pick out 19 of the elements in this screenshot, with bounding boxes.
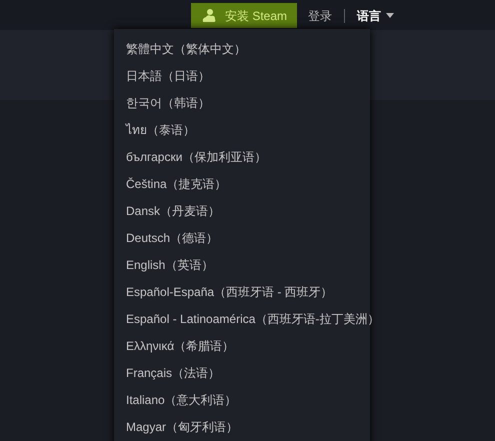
language-option[interactable]: 한국어（韩语） bbox=[126, 93, 210, 120]
install-button[interactable]: 安装 Steam bbox=[191, 3, 298, 28]
language-option[interactable]: 繁體中文（繁体中文） bbox=[126, 39, 246, 66]
language-option[interactable]: Español-España（西班牙语 - 西班牙） bbox=[126, 282, 333, 309]
language-option[interactable]: 日本語（日语） bbox=[126, 66, 210, 93]
language-option[interactable]: Deutsch（德语） bbox=[126, 228, 218, 255]
language-option[interactable]: Español - Latinoamérica（西班牙语-拉丁美洲） bbox=[126, 309, 380, 336]
language-option[interactable]: Français（法语） bbox=[126, 363, 220, 390]
login-link[interactable]: 登录 bbox=[308, 6, 332, 24]
caret-icon bbox=[386, 13, 394, 18]
language-option[interactable]: Italiano（意大利语） bbox=[126, 390, 237, 417]
language-option[interactable]: Čeština（捷克语） bbox=[126, 174, 227, 201]
language-option[interactable]: Dansk（丹麦语） bbox=[126, 201, 220, 228]
language-option[interactable]: Ελληνικά（希腊语） bbox=[126, 336, 234, 363]
language-option[interactable]: English（英语） bbox=[126, 255, 214, 282]
language-option[interactable]: български（保加利亚语） bbox=[126, 147, 266, 174]
language-option[interactable]: ไทย（泰语） bbox=[126, 120, 195, 147]
language-menu[interactable]: 语言 bbox=[357, 6, 394, 24]
language-option[interactable]: Magyar（匈牙利语） bbox=[126, 417, 238, 441]
